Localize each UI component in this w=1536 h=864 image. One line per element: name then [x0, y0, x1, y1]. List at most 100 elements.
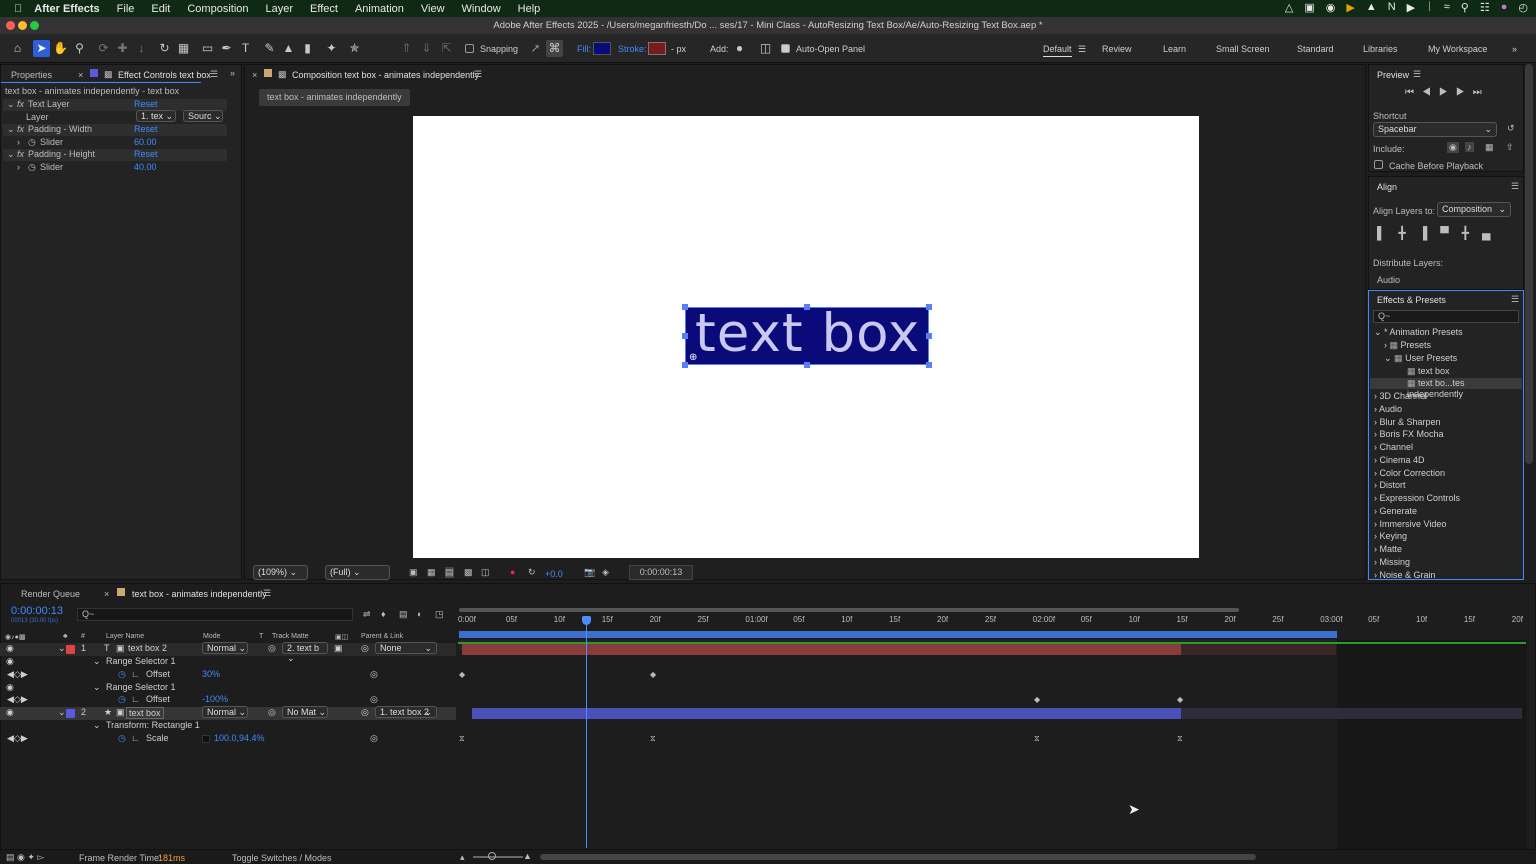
play-icon[interactable]: ▶: [1346, 1, 1354, 14]
chevron-down-icon[interactable]: ⌄: [58, 707, 66, 718]
zoom-slider-thumb[interactable]: [488, 852, 496, 860]
layer-name[interactable]: text box: [126, 707, 164, 719]
zoom-slider[interactable]: [473, 856, 523, 858]
zoom-dropdown[interactable]: (109%) ⌄: [253, 565, 308, 580]
flame-icon[interactable]: ▲: [1366, 1, 1377, 14]
keyframe-navigator-icon[interactable]: ◀◇▶: [7, 669, 28, 680]
menu-effect[interactable]: Effect: [310, 3, 338, 15]
comp-mini-flowchart-icon[interactable]: ⇌: [363, 609, 371, 620]
play-icon[interactable]: ▶: [1439, 87, 1456, 98]
fx-icon[interactable]: fx: [17, 99, 24, 109]
col-mode[interactable]: Mode: [203, 633, 221, 640]
panel-menu-icon[interactable]: ☰: [1511, 294, 1519, 305]
reset-preview-icon[interactable]: ↺: [1507, 123, 1515, 134]
label-color[interactable]: [66, 645, 75, 654]
work-area-range[interactable]: [459, 631, 1337, 638]
visibility-icon[interactable]: ◉: [6, 682, 14, 693]
layer-row-1[interactable]: ◉ ⌄ 1 T ▣ text box 2 Normal ⌄ ◎ 2. text …: [0, 642, 456, 663]
layer-name[interactable]: text box 2: [128, 643, 167, 653]
workspace-menu-icon[interactable]: ☰: [1078, 44, 1086, 55]
fx-padding-height-row[interactable]: ⌄ fx Padding - Height Reset: [3, 149, 227, 161]
reset-button[interactable]: Reset: [134, 149, 158, 159]
zoom-window-button[interactable]: [30, 21, 39, 30]
keyframe-marker[interactable]: ⧖: [650, 734, 656, 744]
first-frame-icon[interactable]: ⏮: [1405, 87, 1422, 98]
motion-blur-icon[interactable]: ◐: [417, 609, 422, 619]
align-snap-icon-2[interactable]: ⇓: [418, 40, 435, 57]
stopwatch-icon[interactable]: ◷: [118, 669, 126, 680]
keyframe-marker[interactable]: ◆: [1177, 695, 1183, 704]
align-hcenter-icon[interactable]: ╋: [1399, 226, 1419, 240]
media-icon[interactable]: ▶: [1407, 1, 1415, 14]
chevron-down-icon[interactable]: ⌄: [7, 124, 15, 135]
fx-icon[interactable]: fx: [17, 149, 24, 159]
zoom-out-icon[interactable]: ▴: [460, 852, 465, 863]
export-icon[interactable]: ⇧: [1506, 142, 1514, 153]
anchor-tool-icon[interactable]: ▦: [175, 40, 192, 57]
parent-dropdown[interactable]: 1. text box 2 ⌄: [375, 706, 437, 718]
work-area-bar[interactable]: [459, 608, 1239, 612]
visibility-icon[interactable]: ◉: [6, 656, 14, 667]
hand-tool-icon[interactable]: ✋: [52, 40, 69, 57]
effects-category[interactable]: › Blur & Sharpen: [1374, 417, 1441, 427]
menu-composition[interactable]: Composition: [187, 3, 248, 15]
eraser-tool-icon[interactable]: ▮: [299, 40, 316, 57]
pan-tool-icon[interactable]: ✚: [114, 40, 131, 57]
chevron-right-icon[interactable]: ›: [17, 137, 20, 147]
workspace-standard[interactable]: Standard: [1297, 44, 1334, 54]
include-overlays-icon[interactable]: ▦: [1485, 142, 1494, 153]
track-matte-icon[interactable]: ◎: [268, 707, 276, 718]
roto-brush-tool-icon[interactable]: ✦: [323, 40, 340, 57]
fx-icon[interactable]: fx: [17, 124, 24, 134]
current-time-display[interactable]: 0:00:00:13: [629, 565, 693, 580]
reset-button[interactable]: Reset: [134, 99, 158, 109]
close-tab-icon[interactable]: ×: [78, 70, 83, 80]
matte-mode-icon[interactable]: ▣: [334, 643, 343, 654]
workspace-small-screen[interactable]: Small Screen: [1216, 44, 1270, 54]
menu-animation[interactable]: Animation: [355, 3, 404, 15]
chevron-down-icon[interactable]: ⌄: [7, 99, 15, 110]
lock-icon[interactable]: ▩: [104, 69, 113, 80]
constrain-proportions-icon[interactable]: [202, 735, 210, 743]
snap-targets-icon[interactable]: ⌘: [546, 40, 563, 57]
slider-value-width[interactable]: 60.00: [134, 137, 157, 147]
chevron-down-icon[interactable]: ⌄: [58, 643, 66, 654]
transform-handle[interactable]: [804, 362, 810, 368]
tree-user-presets[interactable]: ⌄ ▦ User Presets: [1384, 353, 1457, 364]
chevron-right-icon[interactable]: ›: [17, 162, 20, 172]
rectangle-tool-icon[interactable]: ▭: [199, 40, 216, 57]
comp-canvas[interactable]: text box ⊕: [413, 116, 1199, 558]
slider-value-height[interactable]: 40.00: [134, 162, 157, 172]
align-snap-icon-3[interactable]: ⇱: [438, 40, 455, 57]
clone-stamp-tool-icon[interactable]: ▲: [280, 40, 297, 57]
guides-icon[interactable]: ▩: [464, 567, 473, 578]
mask-visibility-icon[interactable]: ▤: [445, 567, 454, 578]
transform-row[interactable]: ⌄ Transform: Rectangle 1: [0, 720, 456, 733]
offset-row-1[interactable]: ◀◇▶ ◷ ∟ Offset 30% ◎: [0, 669, 456, 682]
orbit-tool-icon[interactable]: ⟳: [95, 40, 112, 57]
effects-category[interactable]: › 3D Channel: [1374, 391, 1427, 401]
panel-layout-icon[interactable]: ◫: [757, 40, 774, 57]
effects-category[interactable]: › Expression Controls: [1374, 493, 1460, 503]
effects-category[interactable]: › Missing: [1374, 557, 1410, 567]
transform-handle[interactable]: [926, 362, 932, 368]
include-audio-icon[interactable]: ♪: [1465, 142, 1474, 152]
graph-icon[interactable]: ∟: [131, 733, 140, 743]
panel-menu-icon[interactable]: ☰: [263, 588, 271, 599]
siri-icon[interactable]: ●: [1501, 1, 1508, 14]
align-vcenter-icon[interactable]: ╋: [1462, 226, 1482, 240]
layer-bar-1[interactable]: [462, 644, 1181, 655]
layer-bar-2[interactable]: [472, 708, 1181, 719]
tab-properties[interactable]: Properties: [11, 70, 52, 80]
scale-value[interactable]: 100.0,94.4%: [214, 733, 265, 743]
pickwhip-icon[interactable]: ◎: [361, 643, 369, 654]
layer-dropdown[interactable]: 1. tex ⌄: [136, 110, 176, 122]
keyframe-navigator-icon[interactable]: ◀◇▶: [7, 733, 28, 744]
align-to-dropdown[interactable]: Composition ⌄: [1437, 202, 1511, 217]
snapping-checkbox[interactable]: [465, 44, 474, 53]
snap-options-icon[interactable]: ➚: [527, 40, 544, 57]
anchor-point-icon[interactable]: ⊕: [689, 352, 697, 363]
align-snap-icon-1[interactable]: ⇑: [398, 40, 415, 57]
pickwhip-icon[interactable]: ◎: [370, 669, 378, 680]
close-tab-icon[interactable]: ×: [252, 70, 257, 80]
